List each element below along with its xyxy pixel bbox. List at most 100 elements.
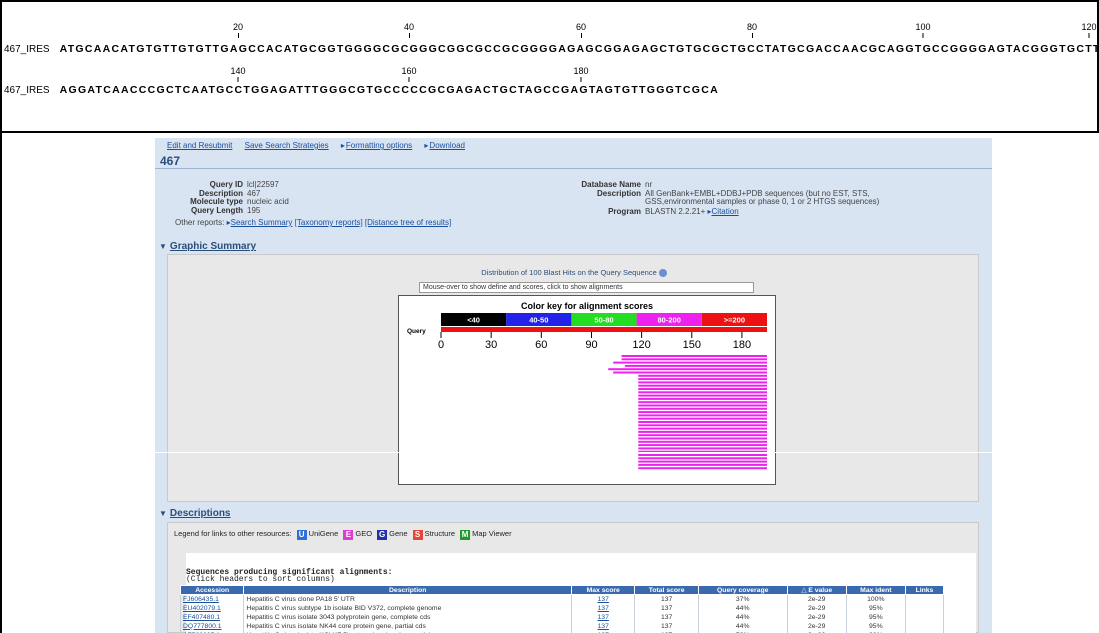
column-header-accession[interactable]: Accession (179, 585, 245, 595)
sequence-ruler: 20 40 60 80 100 120 (2, 22, 1097, 40)
database-name-label: Database Name (581, 180, 641, 189)
e-value: 2e-29 (786, 594, 847, 604)
accession-link[interactable]: DQ777800.1 (179, 621, 245, 631)
column-header-total-score[interactable]: Total score (634, 585, 699, 595)
divider (155, 452, 992, 453)
alignment-hit-bar[interactable] (638, 407, 767, 410)
alignment-hit-bar[interactable] (638, 444, 767, 447)
taxonomy-reports-link[interactable]: [Taxonomy reports] (295, 218, 363, 227)
alignment-hit-bar[interactable] (638, 374, 767, 377)
edit-resubmit-link[interactable]: Edit and Resubmit (167, 141, 232, 150)
alignment-hit-bar[interactable] (638, 417, 767, 420)
alignment-hit-bar[interactable] (624, 364, 767, 367)
database-description-label: Description (596, 189, 641, 198)
triangle-down-icon: ▼ (159, 242, 167, 251)
accession-link[interactable]: FJ606435.1 (179, 594, 245, 604)
table-row[interactable]: FJ606435.1 Hepatitis C virus clone PA18 5… (179, 594, 945, 604)
alignment-hit-bar[interactable] (621, 355, 767, 357)
alignment-hit-bar[interactable] (638, 404, 767, 407)
alignment-hit-bar[interactable] (638, 381, 767, 384)
table-row[interactable]: EU402079.1 Hepatitis C virus subtype 1b i… (179, 603, 945, 613)
column-header-description[interactable]: Description (243, 585, 572, 595)
column-header-e-value[interactable]: △ E value (786, 585, 847, 595)
alignment-hit-bar[interactable] (638, 434, 767, 437)
graphic-summary-heading[interactable]: ▼ Graphic Summary (159, 241, 256, 252)
links-cell (904, 621, 945, 631)
formatting-options-link[interactable]: Formatting options (346, 141, 412, 150)
x-tick-label: 120 (632, 339, 650, 351)
alignment-hit-bar[interactable] (638, 460, 767, 463)
alignment-hit-bar[interactable] (638, 378, 767, 381)
max-ident: 95% (845, 603, 906, 613)
row-description: Hepatitis C virus clone PA18 5' UTR (243, 594, 572, 604)
alignment-hit-bar[interactable] (638, 401, 767, 404)
database-name-value: nr (645, 180, 653, 189)
other-reports: Other reports: ▸Search Summary [Taxonomy… (175, 218, 451, 227)
citation-link[interactable]: Citation (712, 207, 739, 216)
resource-name: Structure (424, 529, 456, 538)
alignment-hit-bar[interactable] (638, 440, 767, 443)
e-value: 2e-29 (786, 603, 847, 613)
column-header-query-coverage[interactable]: Query coverage (697, 585, 788, 595)
alignment-hit-bar[interactable] (638, 411, 767, 414)
alignment-hit-bar[interactable] (638, 397, 767, 400)
database-description-line2: GSS,environmental samples or phase 0, 1 … (645, 197, 880, 206)
column-header-max-score[interactable]: Max score (570, 585, 636, 595)
accession-link[interactable]: EF407480.1 (179, 612, 245, 622)
total-score: 137 (634, 603, 699, 613)
alignment-hit-bar[interactable] (638, 388, 767, 390)
x-tick-label: 180 (733, 339, 751, 351)
ruler-tick: 160 (401, 66, 417, 82)
sort-hint: (Click headers to sort columns) (186, 575, 335, 584)
alignment-hit-bar[interactable] (638, 394, 767, 397)
row-description: Hepatitis C virus isolate 3043 polyprote… (243, 612, 572, 622)
help-icon[interactable] (658, 269, 667, 278)
chart-title: Color key for alignment scores (521, 301, 653, 311)
e-value: 2e-29 (786, 612, 847, 622)
alignment-hit-bar[interactable] (638, 454, 767, 456)
max-ident: 100% (845, 594, 906, 604)
alignment-hit-bar[interactable] (613, 361, 767, 364)
download-link[interactable]: Download (429, 141, 465, 150)
max-score-link[interactable]: 137 (570, 594, 636, 604)
total-score: 137 (634, 621, 699, 631)
alignment-hit-bar[interactable] (638, 447, 767, 450)
geo-icon: E (343, 530, 354, 540)
max-score-link[interactable]: 137 (570, 612, 636, 622)
alignment-hit-bar[interactable] (621, 358, 767, 361)
descriptions-heading[interactable]: ▼ Descriptions (159, 508, 231, 519)
column-header-max-ident[interactable]: Max ident (845, 585, 906, 595)
distance-tree-link[interactable]: [Distance tree of results] (365, 218, 451, 227)
alignment-hit-bar[interactable] (638, 437, 767, 440)
e-value: 2e-29 (786, 621, 847, 631)
save-strategies-link[interactable]: Save Search Strategies (245, 141, 329, 150)
max-ident: 95% (845, 621, 906, 631)
table-row[interactable]: EF407480.1 Hepatitis C virus isolate 3043… (179, 612, 945, 622)
hit-info-box: Mouse-over to show define and scores, cl… (419, 282, 754, 293)
results-table: Accession Description Max score Total sc… (179, 585, 945, 633)
alignment-hit-bar[interactable] (638, 421, 767, 423)
max-score-link[interactable]: 137 (570, 603, 636, 613)
alignment-hit-bar[interactable] (638, 457, 767, 460)
alignment-hit-bar[interactable] (638, 384, 767, 387)
color-key-label: 80-200 (658, 316, 681, 325)
triangle-down-icon: ▼ (159, 509, 167, 518)
alignment-hit-bar[interactable] (638, 424, 767, 427)
links-cell (904, 603, 945, 613)
database-info: Database Name nr Description All GenBank… (535, 180, 975, 230)
max-score-link[interactable]: 137 (570, 621, 636, 631)
alignment-hit-bar[interactable] (638, 391, 767, 394)
x-tick-label: 0 (438, 339, 444, 351)
accession-link[interactable]: EU402079.1 (179, 603, 245, 613)
alignment-hit-bar[interactable] (608, 368, 767, 371)
divider (155, 168, 992, 169)
alignment-hit-bar[interactable] (638, 414, 767, 417)
search-summary-link[interactable]: Search Summary (231, 218, 293, 227)
alignment-hit-bar[interactable] (613, 371, 767, 374)
alignment-hit-bar[interactable] (638, 463, 767, 466)
alignment-hit-bar[interactable] (638, 467, 767, 470)
alignment-chart-svg: Color key for alignment scores <40 40-50 5… (407, 301, 767, 470)
table-row[interactable]: DQ777800.1 Hepatitis C virus isolate NK44… (179, 621, 945, 631)
alignment-hit-bar[interactable] (638, 427, 767, 430)
alignment-hit-bar[interactable] (638, 430, 767, 433)
